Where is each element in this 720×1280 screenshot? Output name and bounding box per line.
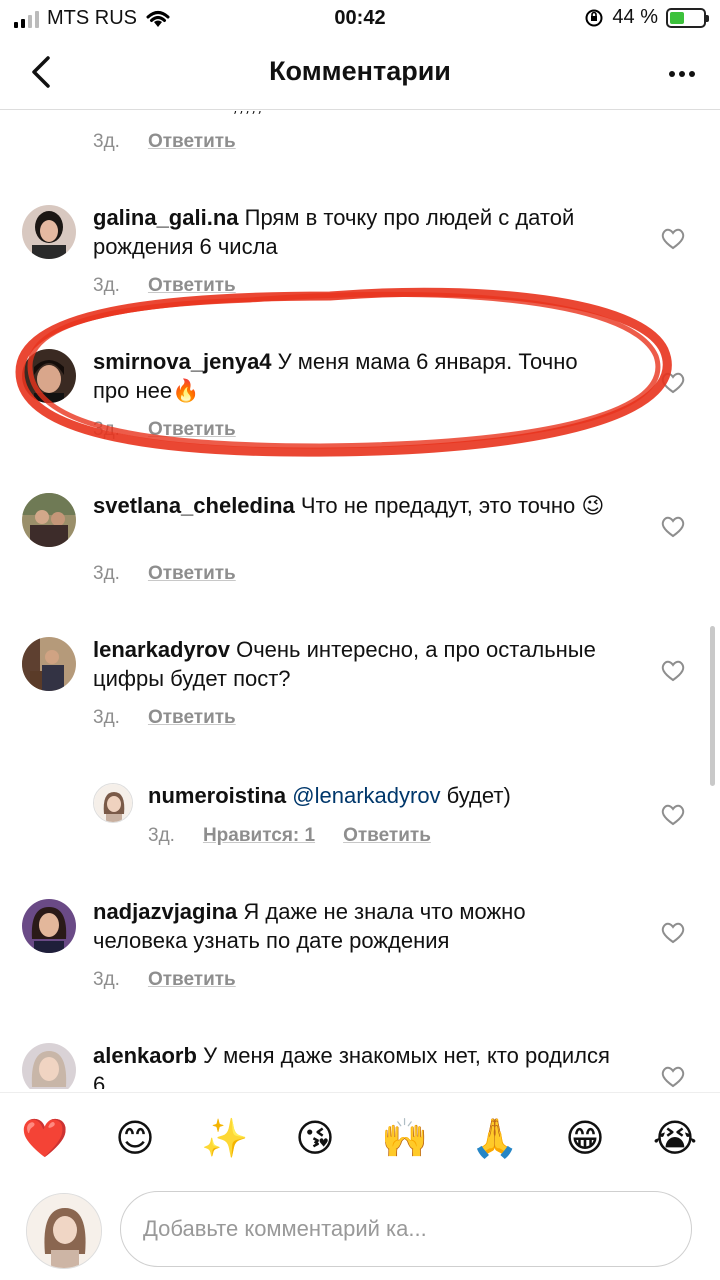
reply-item: numeroistina @lenarkadyrov будет) 3д. Нр…	[0, 781, 720, 881]
comment-username[interactable]: galina_gali.na	[93, 205, 239, 230]
heart-emoji-button[interactable]: ❤️	[21, 1114, 69, 1162]
comment-composer: Добавьте комментарий ка...	[0, 1185, 720, 1280]
truncated-text: ,,,,,	[232, 111, 263, 118]
avatar[interactable]	[93, 783, 133, 823]
kiss-emoji-button[interactable]: 😘	[291, 1114, 339, 1162]
reply-button[interactable]: Ответить	[148, 275, 236, 297]
reply-button[interactable]: Ответить	[148, 419, 236, 441]
comment-time: 3д.	[93, 131, 120, 152]
like-heart-icon[interactable]	[660, 921, 686, 945]
list-item: smirnova_jenya4 У меня мама 6 января. То…	[0, 347, 720, 467]
list-item: alenkaorb У меня даже знакомых нет, кто …	[0, 1041, 720, 1089]
list-item: svetlana_cheledina Что не предадут, это …	[0, 491, 720, 611]
likes-count[interactable]: Нравится: 1	[203, 825, 315, 847]
scrollbar[interactable]	[710, 626, 715, 786]
avatar[interactable]	[22, 899, 76, 953]
comment-username[interactable]: svetlana_cheledina	[93, 493, 295, 518]
comment-text: будет)	[440, 783, 511, 808]
pray-emoji-button[interactable]: 🙏	[471, 1114, 519, 1162]
list-item: ,,,,, 3д. Ответить	[0, 111, 720, 161]
battery-percent: 44 %	[612, 6, 658, 28]
sparkles-emoji-button[interactable]: ✨	[201, 1114, 249, 1162]
comment-input[interactable]: Добавьте комментарий ка...	[120, 1191, 692, 1267]
more-options-icon[interactable]	[662, 54, 702, 94]
avatar[interactable]	[22, 493, 76, 547]
smile-emoji-button[interactable]: 😊	[111, 1114, 159, 1162]
mention-link[interactable]: @lenarkadyrov	[292, 783, 440, 808]
reply-button[interactable]: Ответить	[148, 707, 236, 729]
list-item: lenarkadyrov Очень интересно, а про оста…	[0, 635, 720, 755]
comments-list[interactable]: ,,,,, 3д. Ответить galina_gali.na Прям в…	[0, 111, 720, 1089]
comment-username[interactable]: alenkaorb	[93, 1043, 197, 1068]
avatar[interactable]	[22, 205, 76, 259]
comment-username[interactable]: lenarkadyrov	[93, 637, 230, 662]
nav-header: Комментарии	[0, 38, 720, 110]
avatar[interactable]	[22, 1043, 76, 1089]
grin-emoji-button[interactable]: 😁	[561, 1114, 609, 1162]
reply-button[interactable]: Ответить	[148, 969, 236, 991]
raised-hands-emoji-button[interactable]: 🙌	[381, 1114, 429, 1162]
reply-button[interactable]: Ответить	[148, 131, 236, 153]
comment-time: 3д.	[93, 969, 120, 990]
comment-username[interactable]: nadjazvjagina	[93, 899, 237, 924]
own-avatar	[26, 1193, 102, 1269]
like-heart-icon[interactable]	[660, 803, 686, 827]
like-heart-icon[interactable]	[660, 515, 686, 539]
comment-time: 3д.	[93, 563, 120, 584]
list-item: nadjazvjagina Я даже не знала что можно …	[0, 897, 720, 1017]
comment-username[interactable]: smirnova_jenya4	[93, 349, 272, 374]
comment-time: 3д.	[93, 275, 120, 296]
comment-time: 3д.	[93, 419, 120, 440]
avatar[interactable]	[22, 349, 76, 403]
like-heart-icon[interactable]	[660, 659, 686, 683]
battery-icon	[666, 7, 709, 28]
comment-time: 3д.	[148, 825, 175, 846]
comment-text: Что не предадут, это точно 😉	[300, 493, 605, 518]
like-heart-icon[interactable]	[660, 1065, 686, 1089]
crying-emoji-button[interactable]: 😭	[651, 1114, 699, 1162]
orientation-lock-icon	[585, 9, 603, 26]
reply-button[interactable]: Ответить	[343, 825, 431, 847]
status-bar: MTS RUS 00:42 44 %	[0, 0, 720, 38]
like-heart-icon[interactable]	[660, 227, 686, 251]
emoji-quick-bar: ❤️ 😊 ✨ 😘 🙌 🙏 😁 😭	[0, 1092, 720, 1182]
comment-time: 3д.	[93, 707, 120, 728]
page-title: Комментарии	[269, 56, 451, 86]
avatar[interactable]	[22, 637, 76, 691]
list-item: galina_gali.na Прям в точку про людей с …	[0, 203, 720, 323]
like-heart-icon[interactable]	[660, 371, 686, 395]
reply-button[interactable]: Ответить	[148, 563, 236, 585]
comment-username[interactable]: numeroistina	[148, 783, 286, 808]
